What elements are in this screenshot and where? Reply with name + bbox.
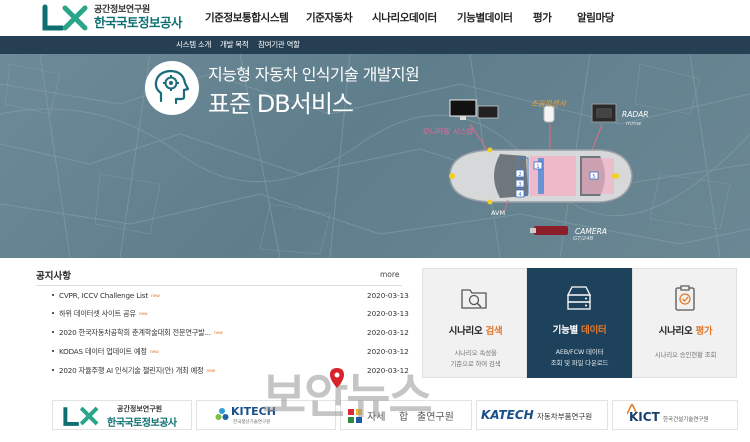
notice-row[interactable]: CVPR, ICCV Challenge List new 2020-03-13 <box>52 290 409 304</box>
car-sensor-diagram: 1 2 3 4 5 <box>449 99 633 235</box>
notice-row-date: 2020-03-12 <box>367 347 409 356</box>
notice-title: 공지사항 <box>36 271 71 282</box>
hero-head-badge <box>145 61 199 115</box>
service-scenario-evaluation[interactable]: 시나리오 평가 시나리오 승인현황 조회 <box>632 268 737 378</box>
label-camera: CAMERA <box>575 227 607 236</box>
monitor-icon <box>449 99 499 120</box>
service-desc-2: 조회 및 파일 다운로드 <box>550 359 609 367</box>
bullet <box>52 350 54 352</box>
database-icon <box>566 286 592 310</box>
label-radar: RADAR <box>622 110 649 119</box>
partner-lx-sub: 공간정보연구원 <box>117 405 163 413</box>
service-function-data[interactable]: 기능별 데이터 AEB/FCW 데이터 조회 및 파일 다운로드 <box>527 268 632 378</box>
watermark-pin-icon <box>330 368 344 388</box>
camera-icon <box>530 226 568 235</box>
notice-row-title[interactable]: CVPR, ICCV Challenge List <box>59 291 148 300</box>
sensor-marker-1: 1 <box>536 164 539 170</box>
label-camera-sub: GT/24B <box>573 236 594 242</box>
ai-head-icon <box>154 69 190 105</box>
folder-search-icon <box>461 289 487 309</box>
notice-row-title[interactable]: 하위 데이터셋 사이트 공유 <box>59 309 136 318</box>
sub-nav-bar: 시스템 소개 개발 목적 참여기관 역할 <box>0 36 750 54</box>
new-badge: new <box>206 368 216 374</box>
service-title-a: 시나리오 <box>448 326 486 337</box>
hero-banner: 지능형 자동차 인식기술 개발지원 표준 DB서비스 1 2 3 4 5 초음파… <box>0 54 750 258</box>
new-badge: new <box>150 293 160 299</box>
subnav-partner-roles[interactable]: 참여기관 역할 <box>258 36 300 54</box>
nav-item-scenario-data[interactable]: 시나리오데이터 <box>372 0 437 36</box>
partner-katech-name: KATECH <box>481 408 534 422</box>
notice-divider <box>36 285 402 286</box>
nav-item-standard-info-system[interactable]: 기준정보통합시스템 <box>205 0 289 36</box>
logo-title: 한국국토정보공사 <box>94 15 183 31</box>
service-desc-2: 기준으로 하여 검색 <box>450 360 501 368</box>
nav-item-evaluation[interactable]: 평가 <box>533 0 552 36</box>
hero-title-line2: 표준 DB서비스 <box>208 90 354 118</box>
nav-item-notice-board[interactable]: 알림마당 <box>577 0 614 36</box>
bullet <box>52 331 54 333</box>
new-badge: new <box>138 311 148 317</box>
notice-row-date: 2020-03-13 <box>367 291 409 300</box>
partner-katech-sub: 자동차부품연구원 <box>537 412 593 421</box>
notice-row-title[interactable]: KODAS 데이터 업데이트 예정 <box>59 347 147 356</box>
sensor-marker-4: 4 <box>518 192 521 198</box>
service-desc-1: 시나리오 승인현황 조회 <box>654 351 717 359</box>
service-title-b: 검색 <box>485 326 503 337</box>
site-logo[interactable]: 공간정보연구원 한국국토정보공사 <box>42 3 202 33</box>
nav-item-reference-vehicle[interactable]: 기준자동차 <box>306 0 353 36</box>
bullet <box>52 312 54 314</box>
partner-lx[interactable]: 공간정보연구원 한국국토정보공사 <box>52 400 192 430</box>
nav-item-function-data[interactable]: 기능별데이터 <box>457 0 513 36</box>
car-top-view <box>449 149 633 203</box>
sensor-marker-2: 2 <box>518 172 521 178</box>
partner-kict-sub: 한국건설기술연구원 <box>663 417 709 423</box>
notice-row-date: 2020-03-12 <box>367 328 409 337</box>
service-title: 시나리오 검색 <box>423 323 528 337</box>
watermark: 보안뉴스 <box>262 368 433 424</box>
service-desc-1: AEB/FCW 데이터 <box>555 348 604 356</box>
lx-logo-icon <box>42 4 88 31</box>
subnav-dev-purpose[interactable]: 개발 목적 <box>220 36 249 54</box>
bullet <box>52 294 54 296</box>
label-radar-sub: mmw <box>626 121 642 127</box>
service-desc-1: 시나리오 속성을 <box>454 349 497 357</box>
notice-row[interactable]: 2020 한국자동차공학회 춘계학술대회 전문연구발... new 2020-03… <box>52 327 409 341</box>
service-scenario-search[interactable]: 시나리오 검색 시나리오 속성을 기준으로 하여 검색 <box>422 268 527 378</box>
lx-logo-icon <box>63 406 99 426</box>
label-ultrasonic-sensor: 초음파센서 <box>531 99 566 108</box>
service-title-a: 시나리오 <box>658 326 696 337</box>
sensor-marker-5: 5 <box>592 174 595 180</box>
service-title-b: 데이터 <box>581 325 607 336</box>
label-monitoring-system: 모니터링 시스템 <box>422 127 473 136</box>
logo-subtitle: 공간정보연구원 <box>94 5 150 16</box>
service-title: 시나리오 평가 <box>633 323 738 337</box>
service-title-a: 기능별 <box>552 325 581 336</box>
bullet <box>52 369 54 371</box>
kitech-logo-icon <box>215 408 229 420</box>
notice-row[interactable]: 하위 데이터셋 사이트 공유 new 2020-03-13 <box>52 308 409 322</box>
label-avm: AVM <box>491 209 506 217</box>
new-badge: new <box>213 330 223 336</box>
hero-title-line1: 지능형 자동차 인식기술 개발지원 <box>208 65 420 84</box>
service-title: 기능별 데이터 <box>527 322 632 336</box>
partner-katech[interactable]: KATECH 자동차부품연구원 <box>476 400 608 430</box>
partner-kict-name: KICT <box>629 410 660 424</box>
notice-row-title[interactable]: 2020 한국자동차공학회 춘계학술대회 전문연구발... <box>59 328 211 337</box>
notice-row-date: 2020-03-13 <box>367 309 409 318</box>
sensor-marker-3: 3 <box>518 182 521 188</box>
notice-row-title[interactable]: 2020 자율주행 AI 인식기술 챌린지(안) 개최 예정 <box>59 366 204 375</box>
partner-lx-main: 한국국토정보공사 <box>107 418 177 429</box>
partner-kict[interactable]: KICT 한국건설기술연구원 <box>612 400 738 430</box>
page: 공간정보연구원 한국국토정보공사 기준정보통합시스템 기준자동차 시나리오데이터… <box>0 0 750 442</box>
new-badge: new <box>149 349 159 355</box>
service-title-b: 평가 <box>695 326 713 337</box>
top-header: 공간정보연구원 한국국토정보공사 기준정보통합시스템 기준자동차 시나리오데이터… <box>0 0 750 36</box>
radar-icon <box>591 103 617 123</box>
notice-more-link[interactable]: more <box>380 270 399 279</box>
subnav-system-intro[interactable]: 시스템 소개 <box>176 36 211 54</box>
clipboard-check-icon <box>675 285 695 311</box>
